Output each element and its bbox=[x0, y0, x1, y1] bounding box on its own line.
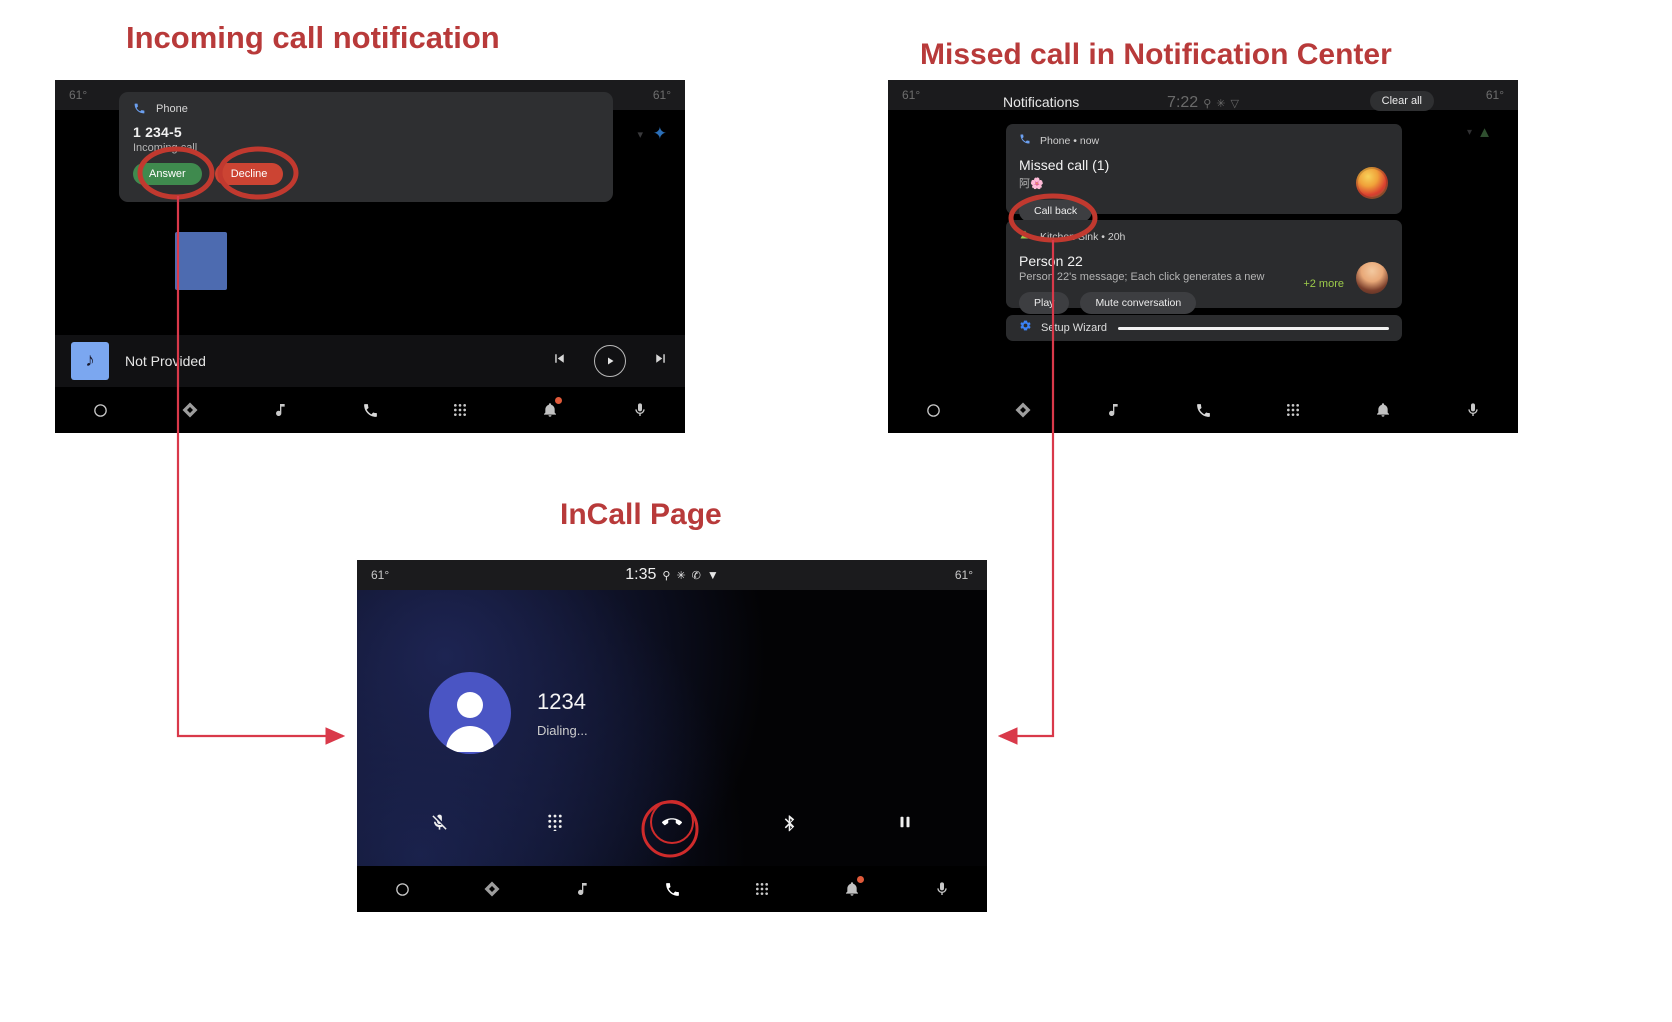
arrow-callback-to-incall bbox=[997, 240, 1055, 745]
highlight-end-call bbox=[641, 800, 699, 858]
arrow-answer-to-incall bbox=[176, 196, 346, 745]
highlight-answer bbox=[137, 146, 215, 200]
diagram-canvas: Incoming call notification Missed call i… bbox=[0, 0, 1672, 1022]
highlight-decline bbox=[217, 146, 299, 200]
highlight-call-back bbox=[1008, 193, 1098, 243]
annotation-overlay bbox=[137, 146, 1098, 858]
